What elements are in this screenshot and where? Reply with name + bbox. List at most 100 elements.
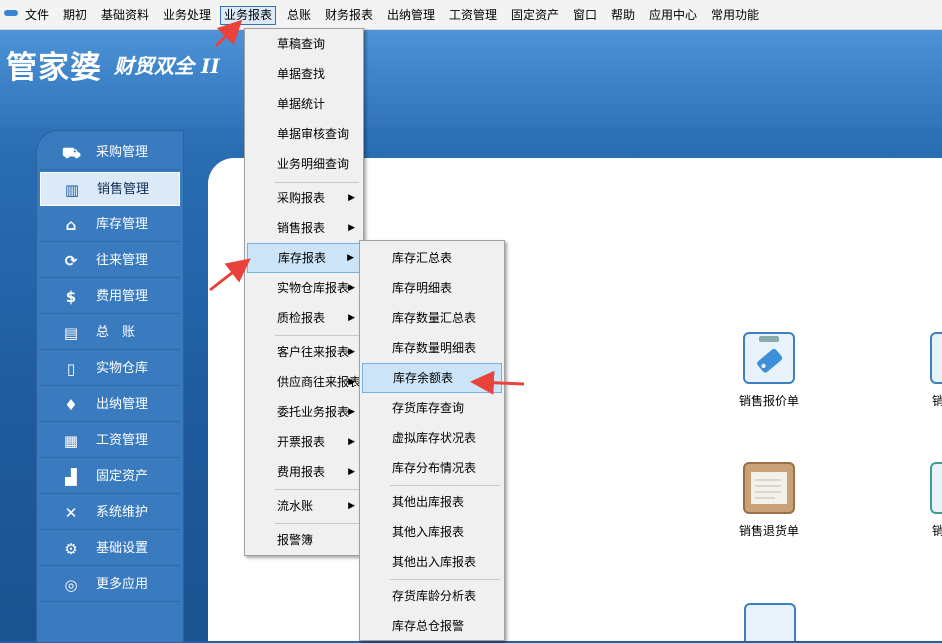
- menu-separator: [275, 523, 359, 524]
- sidebar-item-sales[interactable]: ▥ 销售管理: [40, 172, 180, 206]
- tile-partial-1[interactable]: 销: [880, 332, 942, 409]
- sidebar-item-cashier[interactable]: ♦ 出纳管理: [40, 388, 180, 422]
- tile-sales-quote[interactable]: 销售报价单: [719, 332, 819, 409]
- menu-item-doc-search[interactable]: 单据查找: [247, 59, 361, 89]
- menu-window[interactable]: 窗口: [570, 6, 600, 25]
- menu-item-inventory-balance[interactable]: 库存余额表: [362, 363, 502, 393]
- tile-sales-return[interactable]: 销售退货单: [719, 462, 819, 539]
- menu-item-supplier-reports[interactable]: 供应商往来报表 ▶: [247, 367, 361, 397]
- document-icon: [744, 603, 796, 641]
- menu-item-inventory-qty-summary[interactable]: 库存数量汇总表: [362, 303, 502, 333]
- menu-item-doc-stats[interactable]: 单据统计: [247, 89, 361, 119]
- menu-general-ledger[interactable]: 总账: [284, 6, 314, 25]
- menu-cashier[interactable]: 出纳管理: [384, 6, 438, 25]
- return-notebook-icon: [743, 462, 795, 514]
- brand-product-name: 财贸双全 II: [114, 54, 220, 78]
- tile-partial-3[interactable]: [743, 603, 797, 641]
- tools-icon: ✕: [64, 504, 78, 522]
- menu-opening[interactable]: 期初: [60, 6, 90, 25]
- menu-item-draft-query[interactable]: 草稿查询: [247, 29, 361, 59]
- sidebar-item-label: 固定资产: [96, 469, 149, 484]
- menu-item-other-in-out[interactable]: 其他出入库报表: [362, 547, 502, 577]
- tile-label: 销: [932, 394, 942, 408]
- menu-basic-data[interactable]: 基础资料: [98, 6, 152, 25]
- menu-common-functions[interactable]: 常用功能: [708, 6, 762, 25]
- cart-icon: ⛟: [62, 144, 81, 162]
- menu-file[interactable]: 文件: [22, 6, 52, 25]
- menu-separator: [275, 335, 359, 336]
- menu-item-inventory-detail[interactable]: 库存明细表: [362, 273, 502, 303]
- menu-item-sales-reports[interactable]: 销售报表 ▶: [247, 213, 361, 243]
- chart-icon: ▥: [64, 181, 80, 199]
- sidebar-item-ledger[interactable]: ▤ 总 账: [40, 316, 180, 350]
- menu-item-other-inbound[interactable]: 其他入库报表: [362, 517, 502, 547]
- sidebar-item-expenses[interactable]: $ 费用管理: [40, 280, 180, 314]
- sidebar-item-accounts[interactable]: ⟳ 往来管理: [40, 244, 180, 278]
- menu-item-inventory-reports[interactable]: 库存报表 ▶: [247, 243, 361, 273]
- sidebar-item-warehouse[interactable]: ▯ 实物仓库: [40, 352, 180, 386]
- menu-app-center[interactable]: 应用中心: [646, 6, 700, 25]
- menu-separator: [390, 579, 500, 580]
- sidebar-item-fixed-assets[interactable]: ▟ 固定资产: [40, 460, 180, 494]
- menu-fixed-assets[interactable]: 固定资产: [508, 6, 562, 25]
- menu-item-consignment-reports[interactable]: 委托业务报表 ▶: [247, 397, 361, 427]
- menu-item-alert-book[interactable]: 报警簿: [247, 525, 361, 555]
- sidebar-item-label: 基础设置: [96, 541, 149, 556]
- submenu-arrow-icon: ▶: [347, 253, 354, 263]
- sidebar-item-label: 费用管理: [96, 289, 149, 304]
- menu-item-other-outbound[interactable]: 其他出库报表: [362, 487, 502, 517]
- header-band: [0, 30, 942, 128]
- menu-item-stock-query[interactable]: 存货库存查询: [362, 393, 502, 423]
- sidebar-item-settings[interactable]: ⚙ 基础设置: [40, 532, 180, 566]
- tile-label: 销: [932, 524, 942, 538]
- sidebar-item-label: 工资管理: [96, 433, 149, 448]
- tile-partial-2[interactable]: 销: [880, 462, 942, 539]
- menu-item-stock-distribution[interactable]: 库存分布情况表: [362, 453, 502, 483]
- brand-logo: 管家婆: [6, 50, 102, 86]
- menu-item-warehouse-reports[interactable]: 实物仓库报表 ▶: [247, 273, 361, 303]
- inventory-reports-submenu: 库存汇总表 库存明细表 库存数量汇总表 库存数量明细表 库存余额表 存货库存查询…: [359, 240, 505, 641]
- menu-item-stock-alert[interactable]: 库存总仓报警: [362, 611, 502, 641]
- menu-item-virtual-stock[interactable]: 虚拟库存状况表: [362, 423, 502, 453]
- sidebar-item-inventory[interactable]: ⌂ 库存管理: [40, 208, 180, 242]
- menu-item-journal[interactable]: 流水账 ▶: [247, 491, 361, 521]
- sidebar-item-label: 总 账: [96, 325, 136, 340]
- sidebar-item-purchase[interactable]: ⛟ 采购管理: [40, 136, 180, 170]
- menu-financial-reports[interactable]: 财务报表: [322, 6, 376, 25]
- submenu-arrow-icon: ▶: [348, 283, 355, 293]
- menu-item-expense-reports[interactable]: 费用报表 ▶: [247, 457, 361, 487]
- menu-help[interactable]: 帮助: [608, 6, 638, 25]
- submenu-arrow-icon: ▶: [348, 377, 355, 387]
- menu-business[interactable]: 业务处理: [160, 6, 214, 25]
- sidebar-item-label: 实物仓库: [96, 361, 149, 376]
- menu-payroll[interactable]: 工资管理: [446, 6, 500, 25]
- sidebar-item-label: 往来管理: [96, 253, 149, 268]
- submenu-arrow-icon: ▶: [348, 501, 355, 511]
- menu-separator: [275, 489, 359, 490]
- menu-item-quality-reports[interactable]: 质检报表 ▶: [247, 303, 361, 333]
- dollar-icon: $: [65, 288, 77, 306]
- business-reports-menu: 草稿查询 单据查找 单据统计 单据审核查询 业务明细查询 采购报表 ▶ 销售报表 ▶…: [244, 28, 364, 556]
- sidebar-item-label: 采购管理: [96, 145, 149, 160]
- menu-business-reports[interactable]: 业务报表: [220, 6, 277, 25]
- menu-item-inventory-qty-detail[interactable]: 库存数量明细表: [362, 333, 502, 363]
- sidebar-item-maintenance[interactable]: ✕ 系统维护: [40, 496, 180, 530]
- sidebar-item-label: 出纳管理: [96, 397, 149, 412]
- sidebar-item-payroll[interactable]: ▦ 工资管理: [40, 424, 180, 458]
- menu-item-doc-audit-query[interactable]: 单据审核查询: [247, 119, 361, 149]
- menu-item-business-detail[interactable]: 业务明细查询: [247, 149, 361, 179]
- submenu-arrow-icon: ▶: [348, 407, 355, 417]
- menu-item-invoice-reports[interactable]: 开票报表 ▶: [247, 427, 361, 457]
- app-menu-icon[interactable]: [4, 10, 18, 16]
- menu-item-purchase-reports[interactable]: 采购报表 ▶: [247, 183, 361, 213]
- warehouse-icon: ▯: [66, 360, 76, 378]
- refresh-icon: ⟳: [64, 252, 78, 270]
- menu-item-stock-aging[interactable]: 存货库龄分析表: [362, 581, 502, 611]
- tile-label: 销售报价单: [738, 394, 799, 408]
- menu-bar: 文件 期初 基础资料 业务处理 业务报表 总账 财务报表 出纳管理 工资管理 固…: [0, 0, 942, 30]
- sidebar-item-label: 更多应用: [96, 577, 149, 592]
- menu-item-customer-reports[interactable]: 客户往来报表 ▶: [247, 337, 361, 367]
- menu-item-inventory-summary[interactable]: 库存汇总表: [362, 243, 502, 273]
- sidebar-item-more-apps[interactable]: ◎ 更多应用: [40, 568, 180, 602]
- submenu-arrow-icon: ▶: [348, 347, 355, 357]
